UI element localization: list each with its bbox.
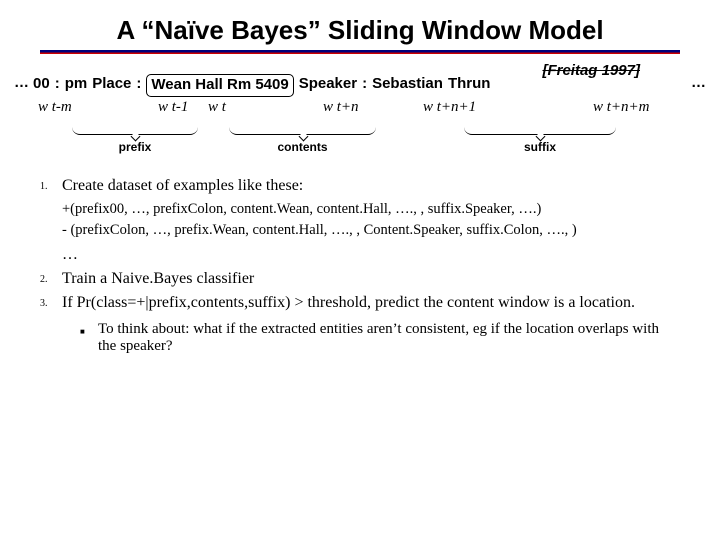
w-token: w t: [208, 99, 323, 116]
w-token: w t+n+m: [593, 99, 650, 116]
list-number: 2.: [40, 269, 62, 285]
list-number: 1.: [40, 176, 62, 192]
body-content: 1. Create dataset of examples like these…: [0, 154, 720, 355]
w-token: w t-m: [38, 99, 158, 116]
example-positive: +(prefix00, …, prefixColon, content.Wean…: [62, 200, 680, 220]
ellipsis-right: …: [687, 74, 710, 91]
content-box: Wean Hall Rm 5409: [146, 74, 293, 97]
citation: [Freitag 1997]: [542, 62, 640, 79]
token: :: [55, 74, 60, 97]
token: 00: [33, 74, 50, 97]
ellipsis-left: …: [10, 74, 33, 91]
w-token: w t-1: [158, 99, 208, 116]
brace-labels-row: prefix contents suffix: [0, 116, 720, 154]
token: 5409: [255, 76, 288, 93]
w-token: w t+n: [323, 99, 423, 116]
list-number: 3.: [40, 293, 62, 309]
w-indices-row: w t-m w t-1 w t w t+n w t+n+1 w t+n+m: [0, 97, 720, 116]
token: Rm: [227, 76, 251, 93]
brace-contents: contents: [215, 120, 390, 154]
token: Thrun: [448, 74, 491, 97]
token: Hall: [195, 76, 223, 93]
example-negative: - (prefixColon, …, prefix.Wean, content.…: [62, 221, 680, 241]
w-token: w t+n+1: [423, 99, 593, 116]
token: Sebastian: [372, 74, 443, 97]
list-number-blank: [40, 245, 62, 250]
token: Speaker: [299, 74, 357, 97]
list-text-dots: …: [62, 245, 680, 265]
token: Wean: [151, 76, 191, 93]
brace-suffix: suffix: [450, 120, 630, 154]
bullet-text: To think about: what if the extracted en…: [98, 321, 680, 355]
slide-title: A “Naïve Bayes” Sliding Window Model: [40, 15, 680, 46]
brace-prefix: prefix: [60, 120, 210, 154]
list-text: If Pr(class=+|prefix,contents,suffix) > …: [62, 293, 680, 313]
token: pm: [65, 74, 88, 97]
bullet-icon: ■: [80, 321, 98, 336]
list-text: Train a Naive.Bayes classifier: [62, 269, 680, 289]
list-text: Create dataset of examples like these:: [62, 176, 680, 196]
token: :: [362, 74, 367, 97]
token: :: [136, 74, 141, 97]
token: Place: [92, 74, 131, 97]
